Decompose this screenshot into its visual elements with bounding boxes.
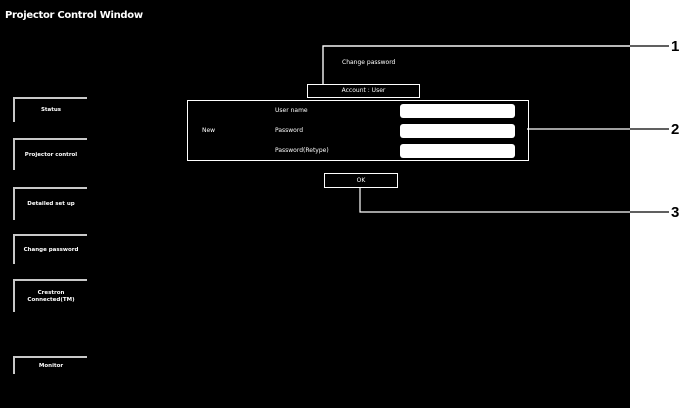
callout-3: 3 <box>671 204 680 221</box>
callout-leader-lines <box>322 45 669 213</box>
callout-2: 2 <box>671 121 680 138</box>
callout-1: 1 <box>671 38 680 55</box>
